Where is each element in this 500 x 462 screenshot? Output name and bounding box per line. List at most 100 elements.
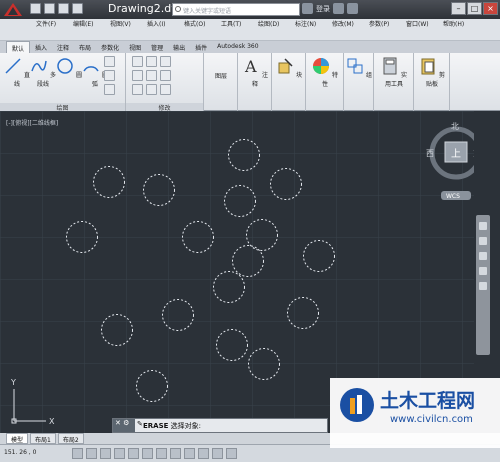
tab-layout1[interactable]: 布局1 bbox=[30, 433, 56, 444]
undo-icon[interactable] bbox=[72, 3, 83, 14]
draw-panel-title[interactable]: 绘图 bbox=[0, 103, 125, 112]
exchange-icon[interactable] bbox=[333, 3, 344, 14]
login-button[interactable]: 登录 bbox=[316, 4, 330, 14]
orbit-icon[interactable] bbox=[479, 267, 487, 275]
tab-manage[interactable]: 管理 bbox=[146, 41, 168, 53]
group-button[interactable]: 组 bbox=[346, 57, 372, 79]
search-icon bbox=[175, 6, 181, 12]
close-button[interactable]: × bbox=[483, 2, 498, 15]
command-line[interactable]: ✕ ⚙ ✎ ERASE 选择对象: bbox=[112, 418, 328, 433]
lineweight-icon[interactable] bbox=[184, 448, 195, 459]
tab-model[interactable]: 模型 bbox=[6, 433, 29, 444]
grid-icon[interactable] bbox=[86, 448, 97, 459]
maximize-button[interactable]: □ bbox=[467, 2, 482, 15]
help-icon[interactable] bbox=[347, 3, 358, 14]
compass-west[interactable]: 西 bbox=[426, 149, 434, 158]
ellipse-icon[interactable] bbox=[104, 84, 115, 95]
user-icon[interactable] bbox=[302, 3, 313, 14]
rotate-icon[interactable] bbox=[146, 56, 157, 67]
dyn-icon[interactable] bbox=[170, 448, 181, 459]
trim-icon[interactable] bbox=[160, 56, 171, 67]
tab-layout2[interactable]: 布局2 bbox=[57, 433, 84, 444]
tab-parametric[interactable]: 参数化 bbox=[96, 41, 124, 53]
status-toggles bbox=[72, 448, 237, 459]
move-icon[interactable] bbox=[132, 56, 143, 67]
ucs-y-label: Y bbox=[10, 378, 16, 387]
selection-cycling-icon[interactable] bbox=[226, 448, 237, 459]
scale-icon[interactable] bbox=[146, 84, 157, 95]
draw-small-tools bbox=[104, 56, 115, 95]
clipboard-panel: 剪贴板 bbox=[414, 53, 450, 111]
ducs-icon[interactable] bbox=[156, 448, 167, 459]
menu-dimension[interactable]: 标注(N) bbox=[295, 20, 332, 30]
zoom-icon[interactable] bbox=[479, 252, 487, 260]
tab-output[interactable]: 输出 bbox=[168, 41, 190, 53]
civilcn-logo-icon bbox=[340, 388, 374, 422]
mirror-icon[interactable] bbox=[146, 70, 157, 81]
hatch-icon[interactable] bbox=[104, 70, 115, 81]
properties-panel: 特性 bbox=[306, 53, 344, 111]
otrack-icon[interactable] bbox=[142, 448, 153, 459]
menu-modify[interactable]: 修改(M) bbox=[332, 20, 369, 30]
tab-default[interactable]: 默认 bbox=[6, 41, 31, 53]
block-button[interactable]: 块 bbox=[276, 57, 302, 79]
draw-panel: 直线 多段线 圆 圆弧 绘图 bbox=[0, 53, 126, 112]
autocad-logo-icon[interactable] bbox=[3, 2, 23, 17]
menu-tools[interactable]: 工具(T) bbox=[221, 20, 258, 30]
open-file-icon[interactable] bbox=[44, 3, 55, 14]
menu-file[interactable]: 文件(F) bbox=[36, 20, 73, 30]
array-icon[interactable] bbox=[160, 84, 171, 95]
menu-edit[interactable]: 编辑(E) bbox=[73, 20, 110, 30]
menu-insert[interactable]: 插入(I) bbox=[147, 20, 184, 30]
fillet-icon[interactable] bbox=[160, 70, 171, 81]
copy-icon[interactable] bbox=[132, 70, 143, 81]
tab-view[interactable]: 视图 bbox=[124, 41, 146, 53]
modify-panel-title[interactable]: 修改 bbox=[126, 103, 203, 112]
tab-autodesk-360[interactable]: Autodesk 360 bbox=[212, 41, 263, 53]
search-input[interactable]: 键入关键字或短语 bbox=[172, 3, 300, 16]
properties-button[interactable]: 特性 bbox=[312, 57, 338, 88]
viewport-controls-label[interactable]: [-][俯视][二维线框] bbox=[6, 118, 58, 127]
osnap-icon[interactable] bbox=[128, 448, 139, 459]
quick-properties-icon[interactable] bbox=[212, 448, 223, 459]
utilities-button[interactable]: 实用工具 bbox=[381, 57, 407, 88]
modify-panel: 修改 bbox=[126, 53, 204, 112]
clipboard-button[interactable]: 剪贴板 bbox=[419, 57, 445, 88]
menu-help[interactable]: 帮助(H) bbox=[443, 20, 480, 30]
menu-draw[interactable]: 绘图(D) bbox=[258, 20, 295, 30]
save-icon[interactable] bbox=[58, 3, 69, 14]
menu-format[interactable]: 格式(O) bbox=[184, 20, 221, 30]
tab-layout[interactable]: 布局 bbox=[74, 41, 96, 53]
ortho-icon[interactable] bbox=[100, 448, 111, 459]
new-file-icon[interactable] bbox=[30, 3, 41, 14]
block-panel: 块 bbox=[272, 53, 306, 111]
coordinate-readout[interactable]: 151. 26 , 0 bbox=[4, 449, 36, 456]
compass-north[interactable]: 北 bbox=[451, 122, 459, 131]
ucs-x-label: X bbox=[49, 417, 55, 426]
pan-icon[interactable] bbox=[479, 237, 487, 245]
showmotion-icon[interactable] bbox=[479, 282, 487, 290]
tab-insert[interactable]: 插入 bbox=[30, 41, 52, 53]
snap-icon[interactable] bbox=[72, 448, 83, 459]
tab-plugins[interactable]: 插件 bbox=[190, 41, 212, 53]
layers-button[interactable]: 图层 bbox=[208, 71, 234, 80]
layers-panel: 图层 bbox=[204, 53, 238, 111]
annotation-button[interactable]: A 注释 bbox=[242, 57, 268, 88]
command-line-grip[interactable]: ✕ ⚙ bbox=[113, 419, 135, 432]
menu-parametric[interactable]: 参数(P) bbox=[369, 20, 406, 30]
polyline-tool[interactable]: 多段线 bbox=[30, 57, 56, 88]
navigation-tools bbox=[476, 215, 490, 355]
transparency-icon[interactable] bbox=[198, 448, 209, 459]
minimize-button[interactable]: – bbox=[451, 2, 466, 15]
polar-icon[interactable] bbox=[114, 448, 125, 459]
ribbon: 直线 多段线 圆 圆弧 绘图 bbox=[0, 53, 500, 112]
menu-window[interactable]: 窗口(W) bbox=[406, 20, 443, 30]
tab-annotate[interactable]: 注释 bbox=[52, 41, 74, 53]
menu-view[interactable]: 视图(V) bbox=[110, 20, 147, 30]
line-tool[interactable]: 直线 bbox=[4, 57, 30, 88]
steering-wheel-icon[interactable] bbox=[479, 222, 487, 230]
rectangle-icon[interactable] bbox=[104, 56, 115, 67]
stretch-icon[interactable] bbox=[132, 84, 143, 95]
circle-tool[interactable]: 圆 bbox=[56, 57, 82, 79]
group-panel: 组 bbox=[344, 53, 374, 111]
